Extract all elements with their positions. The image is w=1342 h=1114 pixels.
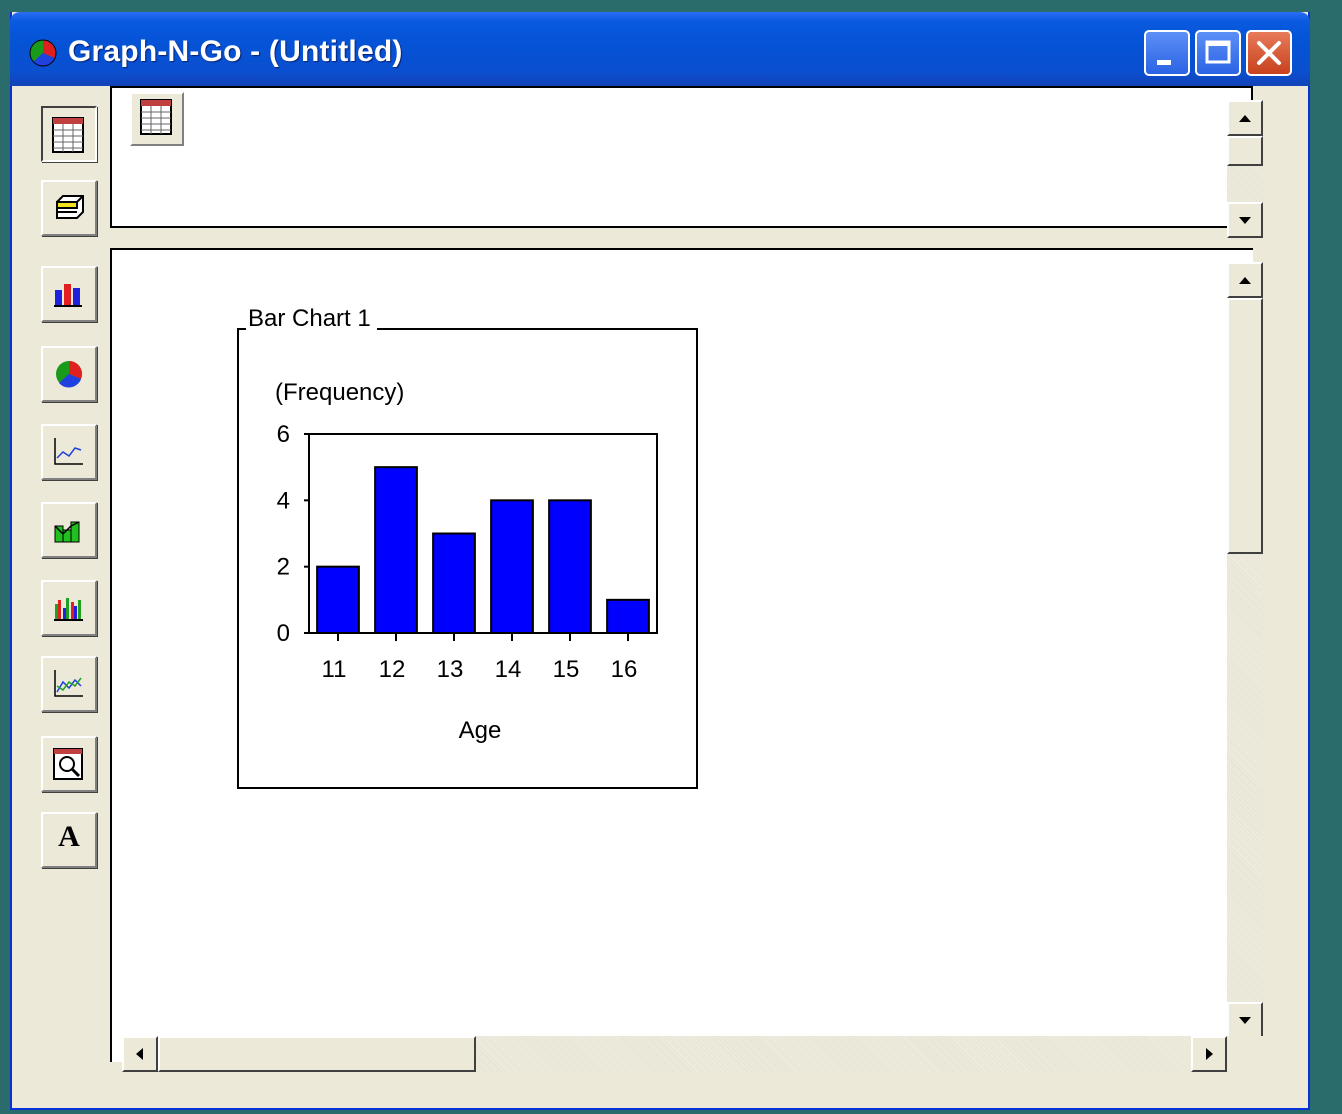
maximize-icon — [1205, 40, 1231, 64]
multi-line-tool-button[interactable] — [41, 656, 97, 712]
arrow-up-icon — [1239, 115, 1251, 122]
scroll-thumb[interactable] — [158, 1036, 476, 1072]
window-title: Graph-N-Go - (Untitled) — [68, 35, 403, 68]
close-icon — [1257, 41, 1281, 65]
bar-chart-tool-button[interactable] — [41, 266, 97, 322]
arrow-up-icon — [1239, 277, 1251, 284]
chart-caption: Bar Chart 1 — [246, 305, 377, 333]
arrow-down-icon — [1239, 1017, 1251, 1024]
multi-line-icon — [54, 670, 83, 697]
database-icon — [56, 195, 84, 219]
bar-chart-icon — [54, 284, 82, 307]
histogram-tool-button[interactable] — [41, 502, 97, 558]
bar-chart-panel[interactable] — [237, 328, 698, 789]
scroll-right-button[interactable] — [1191, 1036, 1227, 1072]
arrow-left-icon — [136, 1048, 143, 1060]
scroll-thumb[interactable] — [1227, 136, 1263, 166]
title-bar[interactable]: Graph-N-Go - (Untitled) — [10, 12, 1310, 86]
scroll-thumb[interactable] — [1227, 298, 1263, 554]
app-logo-icon — [29, 39, 57, 67]
line-chart-tool-button[interactable] — [41, 424, 97, 480]
minimize-button[interactable] — [1144, 30, 1190, 76]
spreadsheet-icon — [140, 99, 172, 135]
workspace-vertical-scrollbar[interactable] — [1227, 262, 1263, 1038]
multi-bar-icon — [54, 598, 83, 621]
spreadsheet-icon — [52, 117, 84, 153]
scroll-down-button[interactable] — [1227, 1002, 1263, 1038]
scroll-up-button[interactable] — [1227, 100, 1263, 136]
text-tool-button[interactable]: A — [41, 812, 97, 868]
multi-bar-tool-button[interactable] — [41, 580, 97, 636]
report-tool-button[interactable] — [41, 736, 97, 792]
histogram-icon — [54, 521, 80, 543]
arrow-down-icon — [1239, 217, 1251, 224]
minimize-icon — [1157, 60, 1171, 65]
data-panel-scrollbar[interactable] — [1227, 100, 1263, 238]
line-chart-icon — [54, 438, 83, 465]
pie-chart-icon — [56, 361, 82, 388]
scroll-down-button[interactable] — [1227, 202, 1263, 238]
data-panel[interactable] — [110, 86, 1253, 228]
scroll-corner — [1227, 1036, 1263, 1072]
scroll-left-button[interactable] — [122, 1036, 158, 1072]
arrow-right-icon — [1206, 1048, 1213, 1060]
database-tool-button[interactable] — [41, 180, 97, 236]
scroll-up-button[interactable] — [1227, 262, 1263, 298]
maximize-button[interactable] — [1195, 30, 1241, 76]
data-table-item[interactable] — [130, 92, 184, 146]
pie-chart-tool-button[interactable] — [41, 346, 97, 402]
close-button[interactable] — [1246, 30, 1292, 76]
table-tool-button[interactable] — [41, 106, 97, 162]
text-a-icon: A — [58, 820, 80, 853]
report-search-icon — [53, 748, 83, 780]
workspace-horizontal-scrollbar[interactable] — [122, 1036, 1227, 1072]
